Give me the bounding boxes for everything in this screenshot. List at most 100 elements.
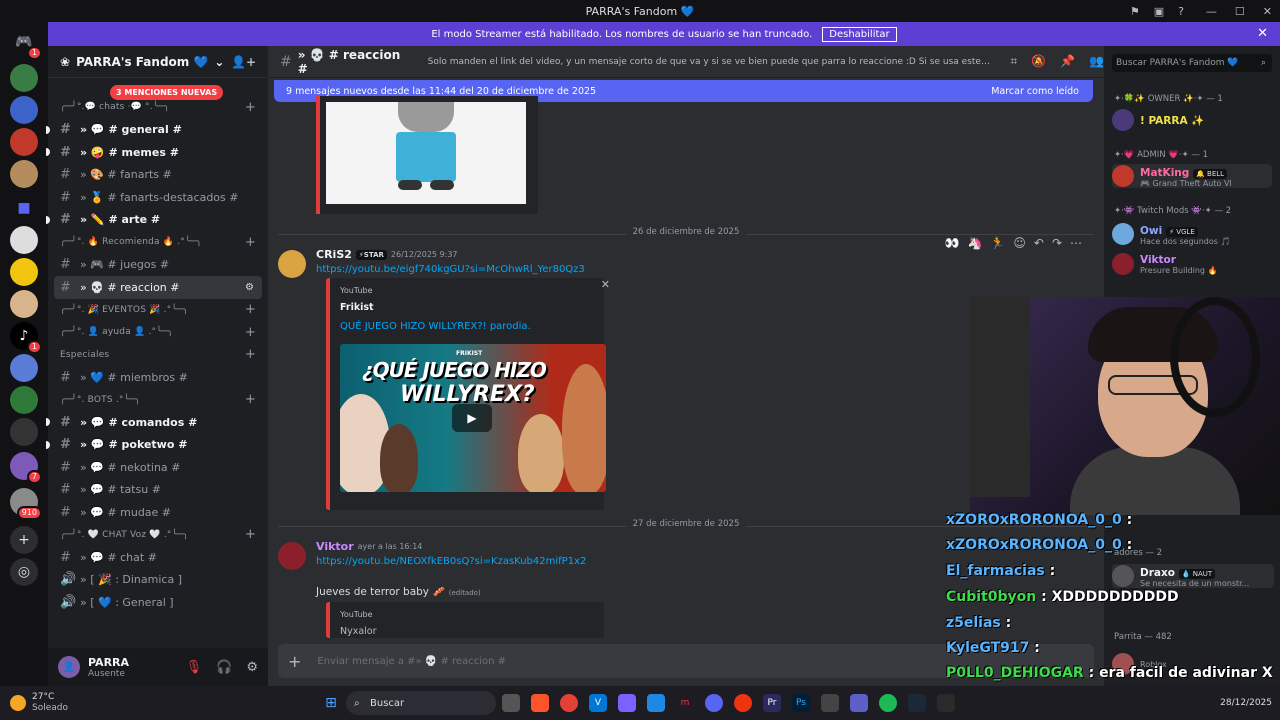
taskbar-search[interactable]: ⌕ Buscar xyxy=(346,691,496,715)
text-channel[interactable]: # » 💀 # reaccion # ⚙ xyxy=(54,276,262,299)
text-channel[interactable]: # » 💬 # mudae # xyxy=(48,501,268,524)
minimize-button[interactable]: — xyxy=(1206,5,1217,18)
text-channel[interactable]: # » 💬 # poketwo # xyxy=(46,434,268,457)
text-channel[interactable]: # » 💬 # chat # xyxy=(48,546,268,569)
weather-widget[interactable]: 27°C Soleado xyxy=(10,692,68,714)
avatar[interactable]: 👤 xyxy=(58,656,80,678)
add-channel-icon[interactable]: + xyxy=(245,527,256,542)
message-link[interactable]: https://youtu.be/NEOXfkEB0sQ?si=KzasKub4… xyxy=(316,556,586,567)
server-icon[interactable]: 910 xyxy=(10,488,42,520)
steam-icon[interactable] xyxy=(908,694,926,712)
play-icon[interactable]: ▶ xyxy=(452,404,492,432)
server-icon[interactable]: ♪ 1 xyxy=(10,322,42,354)
text-channel[interactable]: # » ✏️ # arte # xyxy=(46,209,268,232)
add-channel-icon[interactable]: + xyxy=(245,100,256,115)
message-input[interactable]: Enviar mensaje a #» 💀 # reaccion # xyxy=(317,656,506,667)
voice-channel[interactable]: 🔊» [ 💙 : General ] xyxy=(48,591,268,614)
emoji-reaction-icon[interactable]: 👀 xyxy=(945,236,960,250)
chrome-icon[interactable] xyxy=(560,694,578,712)
spotify-icon[interactable] xyxy=(879,694,897,712)
add-reaction-icon[interactable]: ☺ xyxy=(1013,236,1026,250)
server-icon[interactable] xyxy=(10,418,38,446)
server-icon[interactable] xyxy=(10,226,38,254)
close-button[interactable]: ✕ xyxy=(1263,5,1272,18)
emoji-reaction-icon[interactable]: 🏃 xyxy=(990,236,1005,250)
add-channel-icon[interactable]: + xyxy=(245,325,256,340)
server-icon[interactable] xyxy=(10,64,38,92)
channel-category[interactable]: ╭─╯°. 👤 ayuda 👤 .°╰─╮ + xyxy=(48,321,268,344)
server-icon[interactable] xyxy=(10,258,38,286)
add-attachment-icon[interactable]: + xyxy=(288,652,301,671)
server-icon[interactable] xyxy=(10,386,38,414)
folder-icon[interactable]: ■ xyxy=(10,194,38,222)
avatar[interactable] xyxy=(278,542,306,570)
voice-channel[interactable]: 🔊» [ 🎉 : Dinamica ] xyxy=(48,569,268,592)
text-channel[interactable]: # » 💙 # miembros # xyxy=(48,366,268,389)
text-channel[interactable]: # » 🎨 # fanarts # xyxy=(48,164,268,187)
message-author[interactable]: Viktor xyxy=(316,540,354,553)
monitor-icon[interactable]: ▣ xyxy=(1154,5,1164,18)
channel-category[interactable]: ╭─╯°. 🔥 Recomienda 🔥 .°╰─╮ + xyxy=(48,231,268,254)
add-channel-icon[interactable]: + xyxy=(245,347,256,362)
members-icon[interactable]: 👥 xyxy=(1089,54,1104,69)
server-icon[interactable]: 7 xyxy=(10,452,42,484)
mark-read-button[interactable]: Marcar como leído xyxy=(991,86,1079,97)
member-item[interactable]: Viktor Presure Building 🔥 xyxy=(1112,252,1218,276)
notifications-muted-icon[interactable]: 🔕 xyxy=(1031,54,1046,69)
avatar[interactable] xyxy=(278,250,306,278)
explore-icon[interactable]: ◎ xyxy=(10,558,38,586)
channel-category[interactable]: ╭─╯°. 🎉 EVENTOS 🎉 .°╰─╮ + xyxy=(48,299,268,322)
mic-muted-icon[interactable]: 🎙 xyxy=(186,660,203,675)
discord-icon[interactable] xyxy=(705,694,723,712)
gear-icon[interactable]: ⚙ xyxy=(246,660,258,675)
search-input[interactable]: Buscar PARRA's Fandom 💙 ⌕ xyxy=(1112,54,1272,72)
embed-thumbnail[interactable] xyxy=(326,102,526,204)
help-icon[interactable]: ? xyxy=(1178,5,1184,18)
channel-category[interactable]: ╭─╯°.💬 chats ·💬 °.╰─╮ + xyxy=(48,96,268,119)
channel-category[interactable]: ╭─╯°. 🤍 CHAT Voz 🤍 .°╰─╮ + xyxy=(48,524,268,547)
member-item[interactable]: ! PARRA ✨ xyxy=(1112,108,1204,132)
photoshop-icon[interactable]: Ps xyxy=(792,694,810,712)
more-icon[interactable]: ⋯ xyxy=(1070,236,1082,250)
server-icon[interactable] xyxy=(10,354,38,382)
channel-category[interactable]: ╭─╯°. BOTS .°╰─╮ + xyxy=(48,389,268,412)
embed-provider[interactable]: YouTube xyxy=(340,286,373,295)
video-thumbnail[interactable]: FRIKIST ¿QUÉ JUEGO HIZO WILLYREX? ▶ xyxy=(340,344,606,492)
teams-icon[interactable] xyxy=(850,694,868,712)
brave-icon[interactable] xyxy=(531,694,549,712)
embed-provider[interactable]: YouTube xyxy=(340,610,373,619)
vscode-icon[interactable]: V xyxy=(589,694,607,712)
app-icon[interactable]: m xyxy=(676,694,694,712)
add-server-icon[interactable]: + xyxy=(10,526,38,554)
add-channel-icon[interactable]: + xyxy=(245,235,256,250)
inbox-icon[interactable]: ⚑ xyxy=(1130,5,1140,18)
server-icon[interactable] xyxy=(10,160,38,188)
app-icon[interactable] xyxy=(937,694,955,712)
embed-title[interactable]: QUÉ JUEGO HIZO WILLYREX?! parodia. xyxy=(340,321,531,332)
text-channel[interactable]: # » 🎮 # juegos # xyxy=(48,254,268,277)
text-channel[interactable]: # » 💬 # nekotina # xyxy=(48,456,268,479)
channel-category[interactable]: Especiales + xyxy=(48,344,268,367)
guild-header[interactable]: ❀ PARRA's Fandom 💙 ⌄ 👤+ xyxy=(48,46,268,78)
headphones-icon[interactable]: 🎧 xyxy=(216,660,232,675)
server-icon[interactable] xyxy=(10,128,38,156)
pin-icon[interactable]: 📌 xyxy=(1060,54,1075,69)
embed-author[interactable]: Frikist xyxy=(340,302,374,313)
channel-topic[interactable]: Solo manden el link del video, y un mens… xyxy=(428,57,993,67)
text-channel[interactable]: # » 🤪 # memes # xyxy=(46,141,268,164)
start-icon[interactable]: ⊞ xyxy=(322,694,340,712)
text-channel[interactable]: # » 💬 # comandos # xyxy=(46,411,268,434)
disable-streamer-button[interactable]: Deshabilitar xyxy=(822,26,897,42)
message-author[interactable]: CRiS2 xyxy=(316,248,352,261)
server-icon[interactable] xyxy=(10,290,38,318)
emoji-reaction-icon[interactable]: 🦄 xyxy=(967,236,982,250)
discord-home-icon[interactable]: 🎮 1 xyxy=(10,28,42,60)
member-item[interactable]: Owi ⚡ VGLE Hace dos segundos 🎵 xyxy=(1112,222,1230,246)
message-link[interactable]: https://youtu.be/eigf740kgGU?si=McOhwRl_… xyxy=(316,264,585,275)
opera-icon[interactable] xyxy=(734,694,752,712)
text-channel[interactable]: # » 💬 # general # xyxy=(46,119,268,142)
system-tray[interactable]: 28/12/2025 xyxy=(1220,698,1272,709)
text-channel[interactable]: # » 💬 # tatsu # xyxy=(48,479,268,502)
embed-author[interactable]: Nyxalor xyxy=(340,626,377,637)
forward-icon[interactable]: ↷ xyxy=(1052,236,1062,250)
